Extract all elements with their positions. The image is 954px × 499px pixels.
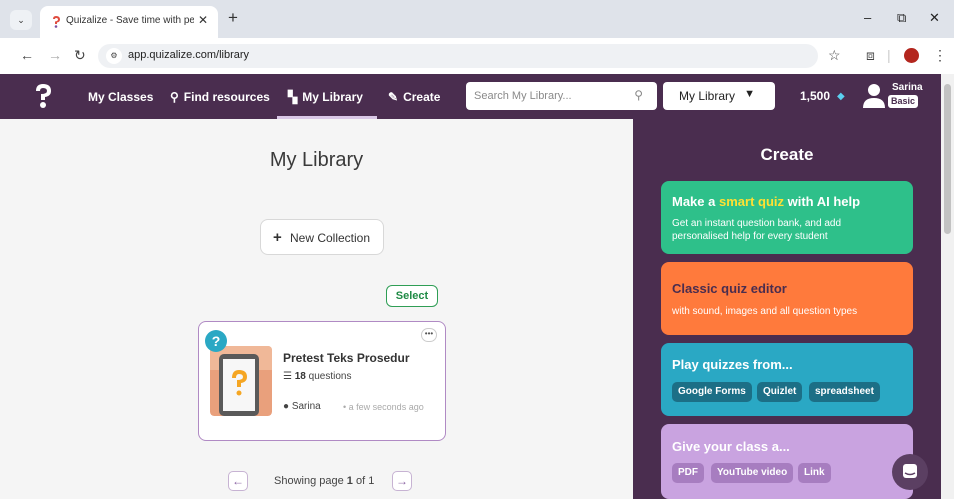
library-main: My Library + New Collection Select ? •••… xyxy=(0,119,633,499)
app-header: My Classes ⚲ Find resources ▚ My Library ✎… xyxy=(0,74,941,119)
quiz-timestamp: • a few seconds ago xyxy=(343,402,424,412)
nav-my-classes[interactable]: My Classes xyxy=(88,90,153,104)
play-quizzes-card: Play quizzes from... Google Forms Quizle… xyxy=(661,343,913,416)
plan-badge: Basic xyxy=(888,95,919,108)
minimize-button[interactable]: – xyxy=(864,10,871,25)
chat-support-button[interactable] xyxy=(892,454,928,490)
youtube-video-chip[interactable]: YouTube video xyxy=(711,463,794,483)
book-icon: ▚ xyxy=(288,90,298,104)
question-count-value: 18 xyxy=(294,371,306,382)
create-panel-title: Create xyxy=(760,145,814,164)
new-collection-button[interactable]: + New Collection xyxy=(260,219,384,255)
smart-quiz-title-post: with AI help xyxy=(784,194,861,209)
quiz-thumbnail xyxy=(210,346,272,416)
pagination-text: Showing page 1 of 1 xyxy=(274,475,374,487)
person-icon: ● xyxy=(283,401,292,412)
profile-avatar-icon[interactable] xyxy=(904,48,919,63)
quizalize-favicon-icon xyxy=(53,16,60,28)
browser-tab-strip: ⌄ Quizalize - Save time with perso ✕ + –… xyxy=(0,0,954,38)
user-name[interactable]: Sarina xyxy=(892,82,923,93)
pencil-icon: ✎ xyxy=(388,90,399,104)
tab-search-button[interactable]: ⌄ xyxy=(10,10,32,30)
tab-close-icon[interactable]: ✕ xyxy=(198,13,208,27)
quiz-type-icon: ? xyxy=(205,330,227,352)
plus-icon: + xyxy=(273,229,282,246)
site-info-icon[interactable]: ⚙ xyxy=(106,48,122,64)
play-quizzes-title: Play quizzes from... xyxy=(672,357,793,372)
search-icon[interactable]: ⚲ xyxy=(634,88,643,102)
spreadsheet-chip[interactable]: spreadsheet xyxy=(809,382,880,402)
page-scrollbar[interactable] xyxy=(941,74,954,499)
total-pages: 1 xyxy=(368,475,375,487)
next-page-button[interactable]: → xyxy=(392,471,412,491)
nav-my-library-label: My Library xyxy=(302,90,363,104)
create-panel: Create Make a smart quiz with AI help Ge… xyxy=(633,119,941,499)
url-text[interactable]: app.quizalize.com/library xyxy=(128,49,249,61)
link-chip[interactable]: Link xyxy=(798,463,831,483)
smart-quiz-description: Get an instant question bank, and add pe… xyxy=(672,218,842,242)
quiz-owner: ● Sarina xyxy=(283,401,321,412)
points-count: 1,500 xyxy=(800,89,831,103)
pagination-prefix: Showing page xyxy=(274,475,347,487)
toolbar-divider: | xyxy=(887,47,891,63)
extensions-icon[interactable]: ⧈ xyxy=(866,47,875,64)
scrollbar-thumb[interactable] xyxy=(944,84,951,234)
quiz-card[interactable]: ? ••• Pretest Teks Prosedur ☰ 18 questio… xyxy=(198,321,446,441)
list-icon: ☰ xyxy=(283,371,295,382)
library-scope-value: My Library xyxy=(679,89,736,103)
nav-find-resources[interactable]: ⚲ Find resources xyxy=(170,90,270,104)
bookmark-star-icon[interactable]: ☆ xyxy=(828,47,841,64)
user-avatar-icon[interactable] xyxy=(862,83,886,109)
pagination-middle: of xyxy=(352,475,369,487)
tab-title: Quizalize - Save time with perso xyxy=(66,15,194,26)
smart-quiz-card[interactable]: Make a smart quiz with AI help Get an in… xyxy=(661,181,913,254)
quizalize-logo-icon[interactable] xyxy=(32,83,54,109)
give-class-title: Give your class a... xyxy=(672,439,790,454)
smart-quiz-title-pre: Make a xyxy=(672,194,719,209)
browser-menu-icon[interactable]: ⋮ xyxy=(933,47,947,64)
library-scope-dropdown[interactable]: My Library ▼ xyxy=(663,82,775,110)
browser-toolbar: ← → ↻ ⚙ app.quizalize.com/library ☆ ⧈ | … xyxy=(0,38,954,74)
question-count: ☰ 18 questions xyxy=(283,371,351,382)
questions-label: questions xyxy=(308,371,352,382)
nav-create[interactable]: ✎ Create xyxy=(388,90,440,104)
nav-create-label: Create xyxy=(403,90,441,104)
address-bar[interactable]: ⚙ app.quizalize.com/library xyxy=(98,44,818,68)
reload-icon[interactable]: ↻ xyxy=(74,47,86,64)
chat-bubble-icon xyxy=(903,464,917,478)
chevron-down-icon: ▼ xyxy=(744,88,755,100)
gem-icon: ◆ xyxy=(837,91,845,102)
restore-button[interactable]: ⧉ xyxy=(897,10,906,26)
classic-editor-description: with sound, images and all question type… xyxy=(672,306,858,317)
smart-quiz-title: Make a smart quiz with AI help xyxy=(672,194,860,209)
classic-editor-card[interactable]: Classic quiz editor with sound, images a… xyxy=(661,262,913,335)
more-options-icon[interactable]: ••• xyxy=(421,328,437,342)
window-close-button[interactable]: ✕ xyxy=(929,10,940,26)
google-forms-chip[interactable]: Google Forms xyxy=(672,382,752,402)
classic-editor-title: Classic quiz editor xyxy=(672,281,787,296)
search-input[interactable] xyxy=(474,88,624,104)
pdf-chip[interactable]: PDF xyxy=(672,463,704,483)
page-title: My Library xyxy=(269,149,364,171)
select-button[interactable]: Select xyxy=(386,285,438,307)
owner-name: Sarina xyxy=(291,401,321,412)
new-collection-label: New Collection xyxy=(290,231,371,245)
nav-my-library[interactable]: ▚ My Library xyxy=(288,90,363,104)
give-class-card: Give your class a... PDF YouTube video L… xyxy=(661,424,913,499)
forward-arrow-icon[interactable]: → xyxy=(48,47,62,63)
smart-quiz-highlight: smart quiz xyxy=(718,194,784,209)
library-search: ⚲ xyxy=(466,82,657,110)
timestamp-text: a few seconds ago xyxy=(348,402,424,412)
back-arrow-icon[interactable]: ← xyxy=(20,47,34,63)
previous-page-button[interactable]: ← xyxy=(228,471,248,491)
quizlet-chip[interactable]: Quizlet xyxy=(757,382,803,402)
binoculars-icon: ⚲ xyxy=(170,90,179,104)
browser-tab[interactable]: Quizalize - Save time with perso ✕ xyxy=(40,6,218,38)
new-tab-icon[interactable]: + xyxy=(228,8,238,28)
quiz-title[interactable]: Pretest Teks Prosedur xyxy=(283,351,410,365)
nav-find-resources-label: Find resources xyxy=(183,90,270,104)
